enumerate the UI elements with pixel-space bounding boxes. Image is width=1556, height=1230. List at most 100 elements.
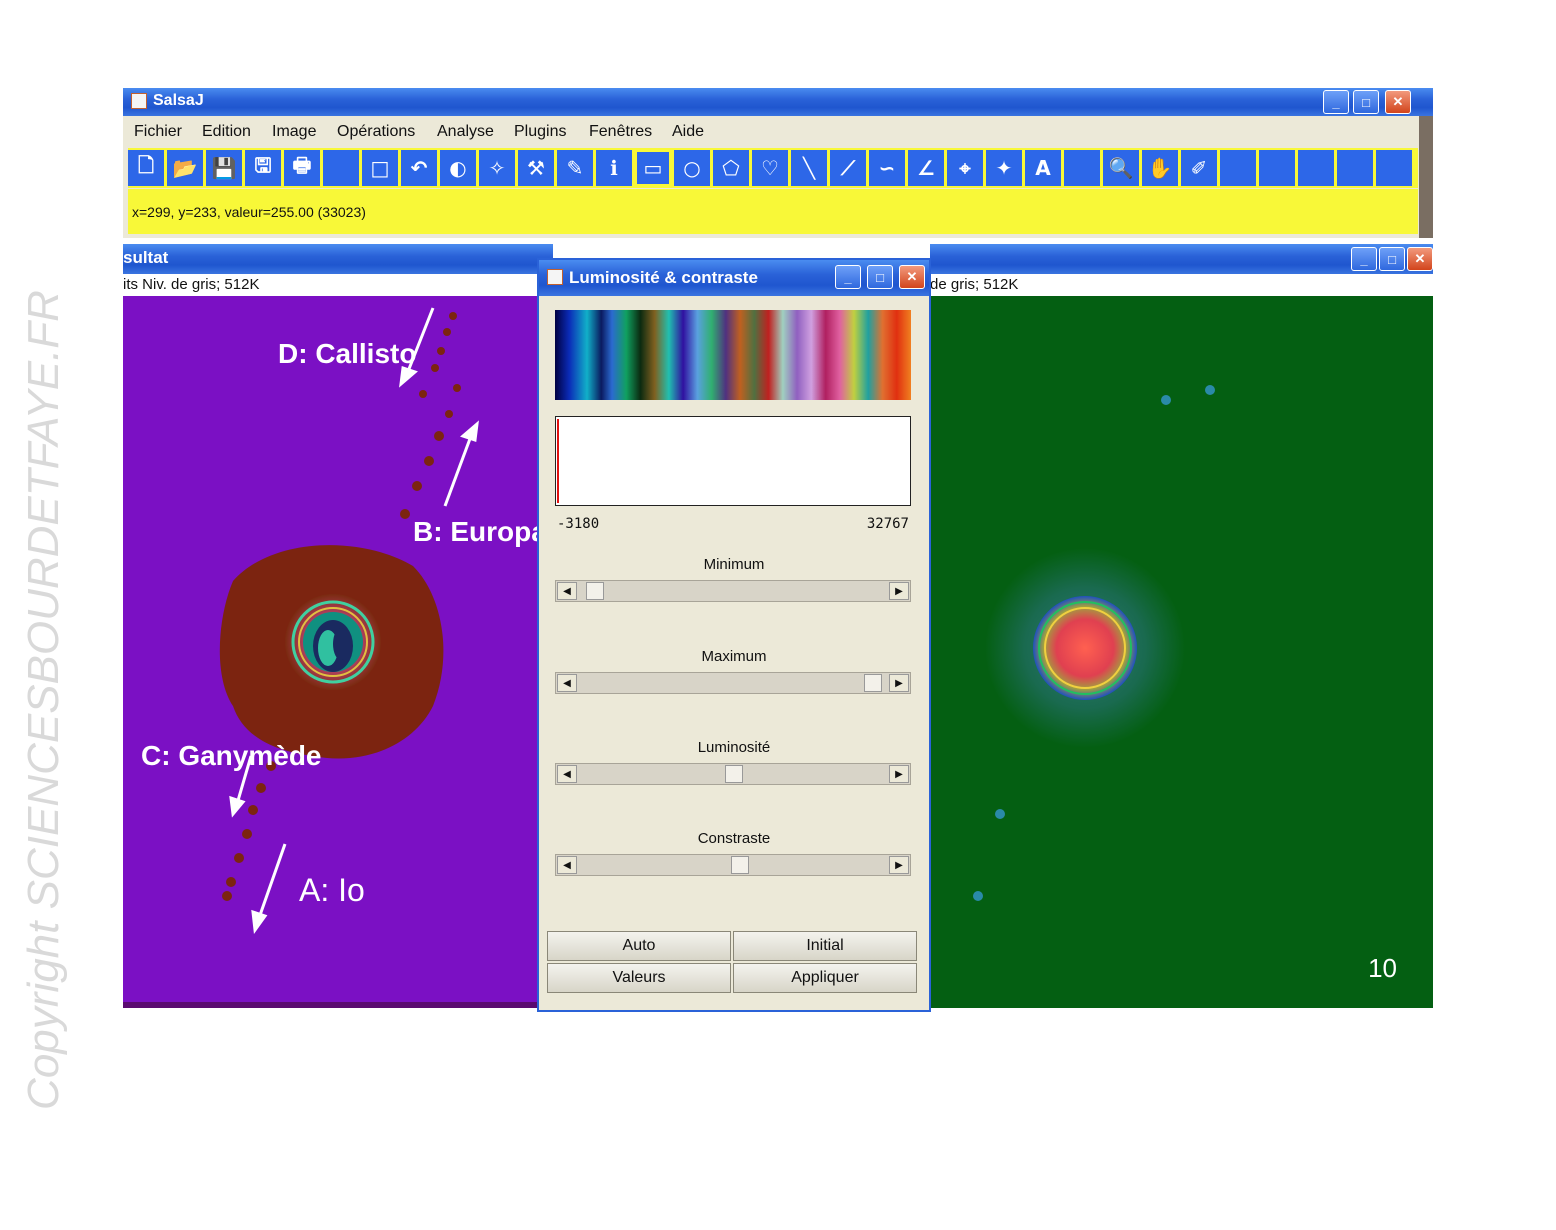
left-image-info: its Niv. de gris; 512K <box>123 274 553 296</box>
info-icon[interactable]: ℹ <box>596 150 632 186</box>
valeurs-button[interactable]: Valeurs <box>547 963 731 993</box>
maximum-slider[interactable]: ◀ ▶ <box>555 672 911 694</box>
main-titlebar[interactable]: SalsaJ _ □ ✕ <box>123 88 1433 116</box>
status-text: x=299, y=233, valeur=255.00 (33023) <box>132 204 366 220</box>
minimize-icon[interactable]: _ <box>1323 90 1349 114</box>
toolbar-blank-slot <box>1220 150 1256 186</box>
menu-aide[interactable]: Aide <box>672 123 704 141</box>
scroll-right-arrow-icon[interactable]: ▶ <box>889 765 909 783</box>
right-image-window: _ □ ✕ de gris; 512K 10 <box>930 244 1433 1008</box>
scroll-right-arrow-icon[interactable]: ▶ <box>889 856 909 874</box>
menu-plugins[interactable]: Plugins <box>514 123 566 141</box>
window-edge <box>1419 116 1433 238</box>
menu-image[interactable]: Image <box>272 123 316 141</box>
new-file-icon[interactable]: 🗋 <box>128 150 164 186</box>
print-icon[interactable]: 🖶 <box>284 150 320 186</box>
scroll-left-arrow-icon[interactable]: ◀ <box>557 674 577 692</box>
luminosite-slider[interactable]: ◀ ▶ <box>555 763 911 785</box>
eraser-icon[interactable]: ✎ <box>557 150 593 186</box>
contrast-icon[interactable]: ◐ <box>440 150 476 186</box>
toolbar-blank-slot <box>323 150 359 186</box>
right-image-info: de gris; 512K <box>930 274 1433 296</box>
io-label: A: Io <box>299 872 365 908</box>
appliquer-button[interactable]: Appliquer <box>733 963 917 993</box>
slider-thumb[interactable] <box>730 856 749 874</box>
maximize-icon[interactable]: □ <box>867 265 893 289</box>
minimize-icon[interactable]: _ <box>835 265 861 289</box>
hand-icon[interactable]: ✋ <box>1142 150 1178 186</box>
ganymede-label: C: Ganymède <box>141 740 322 771</box>
scroll-left-arrow-icon[interactable]: ◀ <box>557 582 577 600</box>
frame-number: 10 <box>1368 953 1397 983</box>
app-title: SalsaJ <box>153 92 204 109</box>
scroll-left-arrow-icon[interactable]: ◀ <box>557 765 577 783</box>
dialog-title: Luminosité & contraste <box>569 268 758 287</box>
minimize-icon[interactable]: _ <box>1351 247 1377 271</box>
initial-button[interactable]: Initial <box>733 931 917 961</box>
toolbar-blank-slot <box>1298 150 1334 186</box>
close-icon[interactable]: ✕ <box>1385 90 1411 114</box>
right-window-titlebar[interactable]: _ □ ✕ <box>930 244 1433 274</box>
contraste-slider[interactable]: ◀ ▶ <box>555 854 911 876</box>
slider-thumb[interactable] <box>725 765 743 783</box>
auto-button[interactable]: Auto <box>547 931 731 961</box>
left-image-canvas[interactable]: D: Callisto B: Europa C: Ganymède A: Io <box>123 296 553 1008</box>
save-all-icon[interactable]: 🖫 <box>245 150 281 186</box>
rectangle-select-icon[interactable]: ▭ <box>635 150 671 186</box>
menu-operations[interactable]: Opérations <box>337 123 415 141</box>
histogram-plot <box>555 416 911 506</box>
maximize-icon[interactable]: □ <box>1379 247 1405 271</box>
open-folder-icon[interactable]: 📂 <box>167 150 203 186</box>
close-icon[interactable]: ✕ <box>1407 247 1433 271</box>
menu-edition[interactable]: Edition <box>202 123 251 141</box>
save-icon[interactable]: 💾 <box>206 150 242 186</box>
dialog-titlebar[interactable]: Luminosité & contraste _ □ ✕ <box>539 260 929 296</box>
dropper-icon[interactable]: ✐ <box>1181 150 1217 186</box>
line-icon[interactable]: ╲ <box>791 150 827 186</box>
minimum-slider[interactable]: ◀ ▶ <box>555 580 911 602</box>
point-icon[interactable]: ⌖ <box>947 150 983 186</box>
scroll-right-arrow-icon[interactable]: ▶ <box>889 674 909 692</box>
toolbar-blank-slot <box>1376 150 1412 186</box>
close-icon[interactable]: ✕ <box>899 265 925 289</box>
wand-select-icon[interactable]: ✦ <box>986 150 1022 186</box>
angle-icon[interactable]: ∠ <box>908 150 944 186</box>
toolbar: 🗋 📂 💾 🖫 🖶 □ ↶ ◐ ✧ ⚒ ✎ ℹ ▭ ○ ⬠ ♡ ╲ ⟋ ∽ ∠ ⌖ ✦ A 🔍 ✋ ✐ <box>128 148 1418 188</box>
left-image-window: sultat its Niv. de gris; 512K D: Callist… <box>123 244 553 1008</box>
toolbar-blank-slot <box>1064 150 1100 186</box>
freehand-select-icon[interactable]: ♡ <box>752 150 788 186</box>
java-app-icon <box>547 269 563 285</box>
luminosite-label: Luminosité <box>697 739 771 756</box>
blank-square-icon[interactable]: □ <box>362 150 398 186</box>
left-window-titlebar[interactable]: sultat <box>123 244 553 274</box>
copyright-watermark: Copyright SCIENCESBOURDETFAYE.FR <box>19 290 68 1110</box>
polygon-select-icon[interactable]: ⬠ <box>713 150 749 186</box>
menu-bar: Fichier Edition Image Opérations Analyse… <box>123 118 1419 146</box>
left-image-bottom-edge <box>123 1002 553 1008</box>
tools-icon[interactable]: ⚒ <box>518 150 554 186</box>
magnifier-icon[interactable]: 🔍 <box>1103 150 1139 186</box>
europa-label: B: Europa <box>413 516 547 547</box>
segmented-line-icon[interactable]: ⟋ <box>830 150 866 186</box>
freehand-line-icon[interactable]: ∽ <box>869 150 905 186</box>
text-icon[interactable]: A <box>1025 150 1061 186</box>
contraste-label: Constraste <box>697 830 771 847</box>
minimum-label: Minimum <box>703 556 765 573</box>
brightness-contrast-dialog: Luminosité & contraste _ □ ✕ -3180 32767… <box>537 258 931 1012</box>
status-bar: x=299, y=233, valeur=255.00 (33023) <box>128 189 1418 234</box>
oval-select-icon[interactable]: ○ <box>674 150 710 186</box>
scroll-right-arrow-icon[interactable]: ▶ <box>889 582 909 600</box>
magic-wand-icon[interactable]: ✧ <box>479 150 515 186</box>
undo-icon[interactable]: ↶ <box>401 150 437 186</box>
right-image-canvas[interactable]: 10 <box>930 296 1433 1008</box>
scroll-left-arrow-icon[interactable]: ◀ <box>557 856 577 874</box>
menu-analyse[interactable]: Analyse <box>437 123 494 141</box>
histogram-peak <box>557 419 559 503</box>
slider-thumb[interactable] <box>864 674 883 692</box>
left-window-title: sultat <box>123 248 169 267</box>
menu-fichier[interactable]: Fichier <box>134 123 182 141</box>
slider-thumb[interactable] <box>585 582 604 600</box>
menu-fenetres[interactable]: Fenêtres <box>589 123 652 141</box>
toolbar-blank-slot <box>1259 150 1295 186</box>
maximize-icon[interactable]: □ <box>1353 90 1379 114</box>
